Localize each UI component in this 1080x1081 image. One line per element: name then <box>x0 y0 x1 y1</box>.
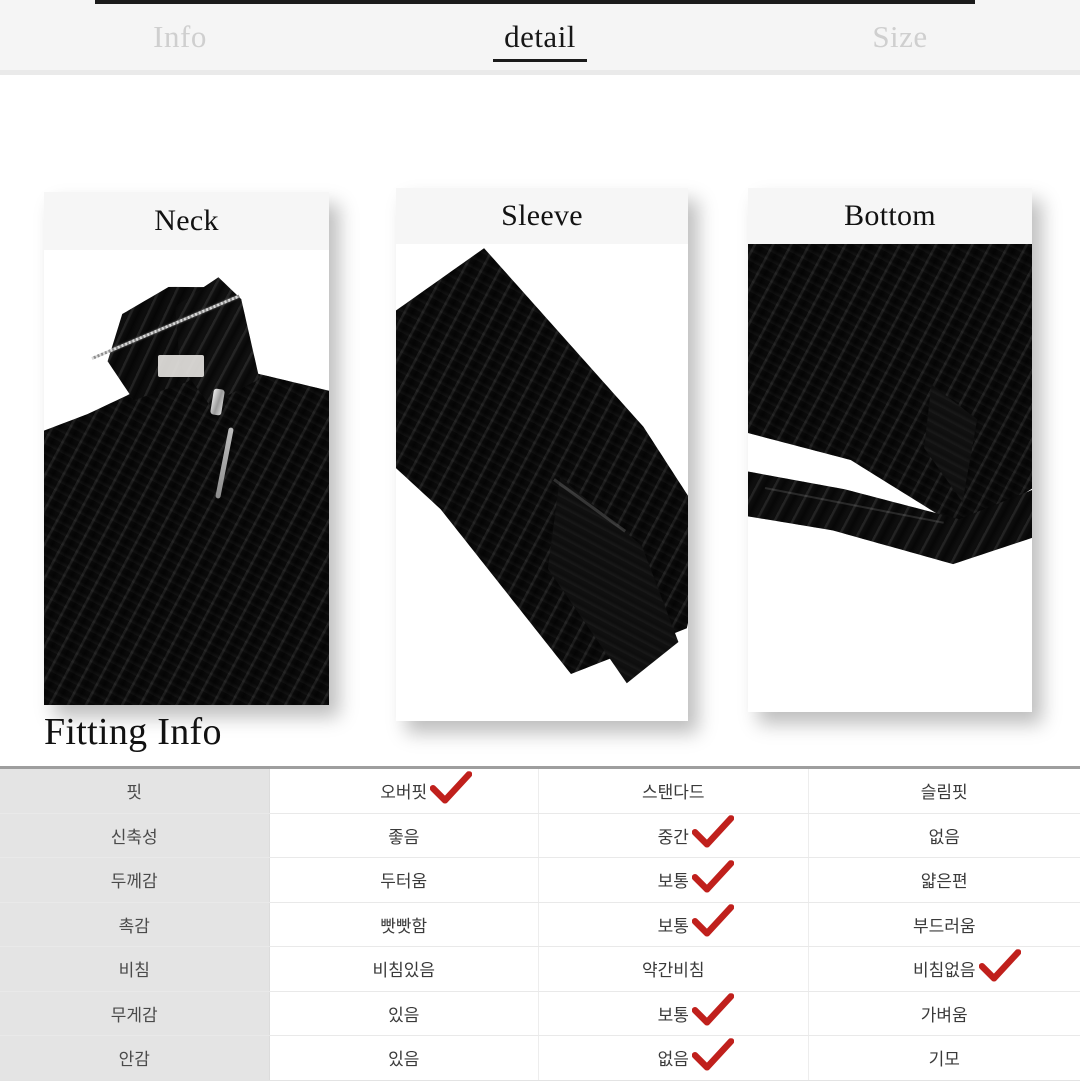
fitting-attribute-label-text: 핏 <box>126 778 142 803</box>
fitting-option-selected[interactable]: 없음 <box>539 1036 809 1080</box>
fitting-option-text: 비침없음 <box>913 956 976 981</box>
fitting-option-text: 빳빳함 <box>380 912 427 937</box>
table-row: 핏 오버핏 스탠다드 슬림핏 <box>0 769 1080 814</box>
tab-detail[interactable]: detail <box>360 4 720 70</box>
fitting-attribute-label: 핏 <box>0 769 270 813</box>
fitting-option-text: 보통 <box>658 1001 689 1026</box>
fitting-attribute-label-text: 두께감 <box>111 867 158 892</box>
fitting-option-text: 보통 <box>658 867 689 892</box>
fitting-info-table: 핏오버핏스탠다드슬림핏신축성좋음중간없음두께감두터움보통얇은편촉감빳빳함보통부드… <box>0 766 1080 1081</box>
fitting-option-selected[interactable]: 보통 <box>539 992 809 1036</box>
bottom-hem-closeup-image <box>748 244 1032 712</box>
fitting-option[interactable]: 약간비침 <box>539 947 809 991</box>
detail-card-sleeve-title: Sleeve <box>396 188 688 244</box>
knit-cross-texture <box>748 244 1032 712</box>
red-checkmark-icon <box>692 1038 734 1072</box>
fitting-attribute-label: 안감 <box>0 1036 270 1080</box>
red-checkmark-icon <box>692 994 734 1028</box>
tab-active-underline <box>493 59 587 62</box>
fitting-option-text: 중간 <box>658 823 689 848</box>
red-checkmark-icon <box>692 860 734 894</box>
fitting-option[interactable]: 얇은편 <box>809 858 1080 902</box>
detail-card-sleeve[interactable]: Sleeve <box>396 188 688 721</box>
fitting-option-text: 좋음 <box>388 823 419 848</box>
tab-detail-label: detail <box>504 19 576 55</box>
fitting-option[interactable]: 좋음 <box>270 814 540 858</box>
tab-info[interactable]: Info <box>0 4 360 70</box>
detail-card-bottom-title: Bottom <box>748 188 1032 244</box>
fitting-attribute-label: 무게감 <box>0 992 270 1036</box>
fitting-attribute-label-text: 신축성 <box>111 823 158 848</box>
fitting-option[interactable]: 두터움 <box>270 858 540 902</box>
red-checkmark-icon <box>430 771 472 805</box>
fitting-attribute-label: 비침 <box>0 947 270 991</box>
fitting-option-text: 비침있음 <box>372 956 435 981</box>
detail-photo-gallery: Neck Sleeve <box>0 75 1080 685</box>
detail-card-bottom[interactable]: Bottom <box>748 188 1032 712</box>
fitting-option[interactable]: 비침있음 <box>270 947 540 991</box>
table-row: 비침 비침있음 약간비침 비침없음 <box>0 947 1080 992</box>
fitting-option-selected[interactable]: 보통 <box>539 903 809 947</box>
fitting-attribute-label: 두께감 <box>0 858 270 902</box>
fitting-option-text: 기모 <box>929 1045 960 1070</box>
fitting-attribute-label-text: 무게감 <box>111 1001 158 1026</box>
fitting-option-text: 가벼움 <box>921 1001 968 1026</box>
fitting-option-text: 없음 <box>929 823 960 848</box>
tab-size[interactable]: Size <box>720 4 1080 70</box>
fitting-option-text: 얇은편 <box>921 867 968 892</box>
table-row: 신축성 좋음 중간 없음 <box>0 814 1080 859</box>
fitting-option[interactable]: 있음 <box>270 1036 540 1080</box>
fitting-option-selected[interactable]: 보통 <box>539 858 809 902</box>
fitting-option[interactable]: 빳빳함 <box>270 903 540 947</box>
fitting-option-text: 부드러움 <box>913 912 976 937</box>
product-tab-bar: Info detail Size <box>0 0 1080 72</box>
red-checkmark-icon <box>692 816 734 850</box>
fitting-option-text: 있음 <box>388 1045 419 1070</box>
fitting-option-selected[interactable]: 중간 <box>539 814 809 858</box>
detail-card-neck-title: Neck <box>44 192 329 250</box>
fitting-option[interactable]: 가벼움 <box>809 992 1080 1036</box>
fitting-attribute-label: 신축성 <box>0 814 270 858</box>
fitting-option-text: 스탠다드 <box>642 778 705 803</box>
table-body: 핏오버핏스탠다드슬림핏신축성좋음중간없음두께감두터움보통얇은편촉감빳빳함보통부드… <box>0 769 1080 1081</box>
fitting-option[interactable]: 부드러움 <box>809 903 1080 947</box>
fitting-attribute-label-text: 촉감 <box>119 912 150 937</box>
fitting-option-text: 약간비침 <box>642 956 705 981</box>
fitting-option[interactable]: 스탠다드 <box>539 769 809 813</box>
table-row: 두께감 두터움 보통 얇은편 <box>0 858 1080 903</box>
fitting-option-selected[interactable]: 오버핏 <box>270 769 540 813</box>
tab-list: Info detail Size <box>0 4 1080 70</box>
fitting-attribute-label-text: 안감 <box>119 1045 150 1070</box>
fitting-option-text: 보통 <box>658 912 689 937</box>
garment-body-shape <box>44 368 329 705</box>
inner-brand-label <box>158 355 204 378</box>
fitting-option-text: 없음 <box>658 1045 689 1070</box>
detail-card-neck[interactable]: Neck <box>44 192 329 705</box>
red-checkmark-icon <box>692 905 734 939</box>
fitting-option[interactable]: 슬림핏 <box>809 769 1080 813</box>
table-row: 무게감 있음 보통 가벼움 <box>0 992 1080 1037</box>
fitting-option-selected[interactable]: 비침없음 <box>809 947 1080 991</box>
sleeve-closeup-image <box>396 244 688 721</box>
fitting-attribute-label-text: 비침 <box>119 956 150 981</box>
fitting-option[interactable]: 있음 <box>270 992 540 1036</box>
fitting-option[interactable]: 없음 <box>809 814 1080 858</box>
neck-closeup-image <box>44 250 329 705</box>
fitting-option-text: 오버핏 <box>380 778 427 803</box>
table-row: 안감 있음 없음 기모 <box>0 1036 1080 1081</box>
table-row: 촉감 빳빳함 보통 부드러움 <box>0 903 1080 948</box>
tab-size-label: Size <box>872 19 927 55</box>
fitting-info-heading: Fitting Info <box>44 710 222 754</box>
fitting-option-text: 있음 <box>388 1001 419 1026</box>
fitting-option-text: 슬림핏 <box>921 778 968 803</box>
fitting-option[interactable]: 기모 <box>809 1036 1080 1080</box>
red-checkmark-icon <box>979 949 1021 983</box>
fitting-attribute-label: 촉감 <box>0 903 270 947</box>
tab-info-label: Info <box>153 19 207 55</box>
fitting-option-text: 두터움 <box>380 867 427 892</box>
